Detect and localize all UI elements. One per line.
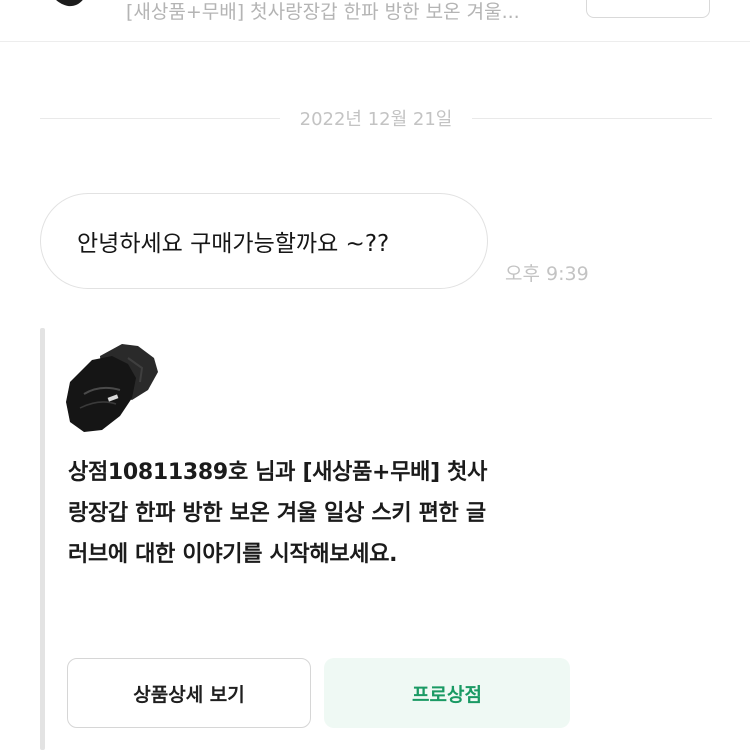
message-timestamp: 오후 9:39 — [505, 263, 589, 285]
message-bubble[interactable]: 안녕하세요 구매가능할까요 ~?? — [40, 193, 488, 289]
view-product-detail-button[interactable]: 상품상세 보기 — [67, 658, 311, 728]
message-text: 안녕하세요 구매가능할까요 ~?? — [77, 231, 390, 257]
chat-screen: [새상품+무배] 첫사랑장갑 한파 방한 보온 겨울... 2022년 12월 … — [0, 0, 750, 750]
card-message-line: 랑장갑 한파 방한 보온 겨울 일상 스키 편한 글 — [68, 501, 486, 526]
glove-icon — [56, 0, 83, 7]
pro-store-button[interactable]: 프로상점 — [324, 658, 570, 728]
divider-line — [472, 117, 712, 119]
card-message: 상점10811389호 님과 [새상품+무배] 첫사 랑장갑 한파 방한 보온 … — [68, 452, 578, 575]
date-label: 2022년 12월 21일 — [299, 109, 453, 130]
card-accent-bar — [40, 328, 45, 750]
card-message-line: 상점10811389호 님과 [새상품+무배] 첫사 — [68, 460, 488, 485]
date-divider: 2022년 12월 21일 — [40, 104, 712, 132]
card-message-line: 러브에 대한 이야기를 시작해보세요. — [68, 542, 398, 567]
product-header[interactable]: [새상품+무배] 첫사랑장갑 한파 방한 보온 겨울... — [0, 0, 750, 42]
product-action-button[interactable] — [586, 0, 710, 18]
glove-icon — [66, 344, 158, 432]
product-title[interactable]: [새상품+무배] 첫사랑장갑 한파 방한 보온 겨울... — [126, 0, 576, 26]
divider-line — [40, 117, 280, 119]
